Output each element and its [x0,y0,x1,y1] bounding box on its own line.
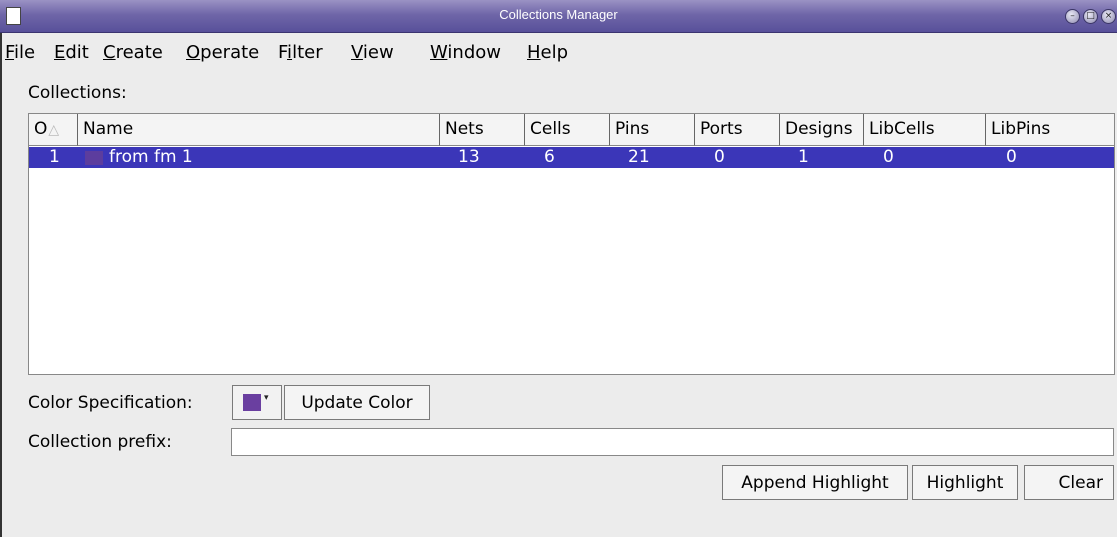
menu-window[interactable]: Window [430,42,501,63]
highlight-button[interactable]: Highlight [912,465,1018,500]
column-header-designs[interactable]: Designs [780,114,864,146]
column-header-libcells[interactable]: LibCells [864,114,986,146]
menu-file[interactable]: File [5,42,35,63]
menu-operate[interactable]: Operate [186,42,259,63]
collection-prefix-input[interactable] [231,428,1114,456]
collection-color-swatch [85,151,103,165]
window-title: Collections Manager [499,7,618,22]
cell-nets: 13 [458,147,480,167]
table-row[interactable]: 1 from fm 1 13 6 21 0 1 0 0 [29,147,1114,168]
cell-libpins: 0 [1006,147,1017,167]
menu-help[interactable]: Help [527,42,568,63]
cell-libcells: 0 [883,147,894,167]
menu-bar: File Edit Create Operate Filter View Win… [0,33,1117,71]
menu-filter[interactable]: Filter [278,42,323,63]
menu-edit[interactable]: Edit [54,42,89,63]
column-header-libpins[interactable]: LibPins [986,114,1114,146]
cell-ports: 0 [714,147,725,167]
collections-table: O△ Name Nets Cells Pins Ports Designs Li… [28,113,1115,375]
column-header-ports[interactable]: Ports [695,114,780,146]
column-header-pins[interactable]: Pins [610,114,695,146]
column-header-cells[interactable]: Cells [525,114,610,146]
menu-view[interactable]: View [351,42,394,63]
column-header-order[interactable]: O△ [29,114,78,146]
update-color-button[interactable]: Update Color [284,385,430,420]
collection-prefix-label: Collection prefix: [28,432,172,452]
append-highlight-button[interactable]: Append Highlight [722,465,908,500]
cell-pins: 21 [628,147,650,167]
color-swatch [243,394,261,411]
close-icon[interactable]: × [1101,9,1116,24]
chevron-down-icon: ▾ [264,393,269,403]
cell-cells: 6 [544,147,555,167]
cell-designs: 1 [798,147,809,167]
clear-button[interactable]: Clear [1024,465,1114,500]
color-picker-button[interactable]: ▾ [232,385,282,420]
window-border [0,33,2,537]
menu-create[interactable]: Create [103,42,163,63]
collections-label: Collections: [28,83,127,103]
minimize-icon[interactable]: – [1065,9,1080,24]
cell-name: from fm 1 [109,147,193,167]
sort-ascending-icon: △ [48,122,60,138]
maximize-icon[interactable]: □ [1083,9,1098,24]
color-specification-label: Color Specification: [28,393,193,413]
title-bar[interactable]: Collections Manager – □ × [0,0,1117,33]
cell-order: 1 [49,147,60,167]
column-header-name[interactable]: Name [78,114,440,146]
column-header-nets[interactable]: Nets [440,114,525,146]
